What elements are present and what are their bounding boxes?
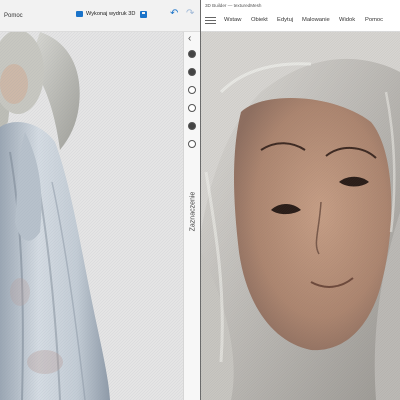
menu-object[interactable]: Obiekt — [251, 17, 268, 23]
menu-paint[interactable]: Malowanie — [302, 17, 330, 23]
save-icon[interactable] — [140, 11, 147, 18]
selection-tool-rail: ‹ Zaznaczenie — [183, 32, 200, 400]
redo-icon[interactable]: ↷ — [186, 9, 194, 19]
print-3d-button[interactable]: Wykonaj wydruk 3D — [76, 11, 135, 17]
menu-view[interactable]: Widok — [339, 17, 355, 23]
left-3d-viewport[interactable] — [0, 32, 183, 400]
left-window: Pomoc Wykonaj wydruk 3D ↶ ↷ ‹ Zaznaczeni… — [0, 0, 200, 400]
lasso-tool-icon[interactable] — [188, 122, 196, 130]
side-panel-label: Zaznaczenie — [189, 191, 197, 232]
menu-insert[interactable]: Wstaw — [224, 17, 241, 23]
window-titlebar: 3D Builder — texturedMesh — [201, 0, 400, 11]
fill-tool-icon[interactable] — [188, 86, 196, 94]
printer-icon — [76, 11, 83, 17]
brush-tool-icon[interactable] — [188, 68, 196, 76]
window-title: 3D Builder — texturedMesh — [205, 3, 262, 8]
paint-bucket-icon[interactable] — [188, 140, 196, 148]
angel-statue-render — [0, 32, 183, 400]
menu-edit[interactable]: Edytuj — [277, 17, 293, 23]
left-toolbar: Pomoc Wykonaj wydruk 3D ↶ ↷ — [0, 0, 200, 32]
right-3d-viewport[interactable] — [201, 32, 400, 400]
right-window: 3D Builder — texturedMesh Wstaw Obiekt E… — [201, 0, 400, 400]
menu-help[interactable]: Pomoc — [365, 17, 383, 23]
help-menu[interactable]: Pomoc — [4, 13, 23, 19]
select-tool-icon[interactable] — [188, 50, 196, 58]
print-3d-label: Wykonaj wydruk 3D — [86, 11, 136, 17]
chevron-left-icon[interactable]: ‹ — [188, 33, 191, 44]
hamburger-icon[interactable] — [205, 17, 216, 26]
undo-icon[interactable]: ↶ — [170, 9, 178, 19]
circle-tool-icon[interactable] — [188, 104, 196, 112]
menu-bar: Wstaw Obiekt Edytuj Malowanie Widok Pomo… — [201, 11, 400, 32]
angel-face-render — [201, 32, 400, 400]
